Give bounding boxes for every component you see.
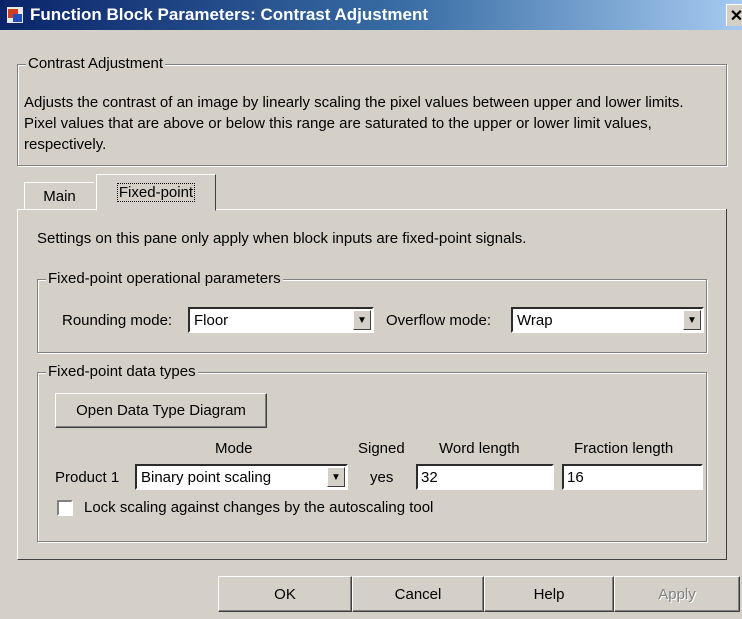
close-button[interactable]: ✕: [726, 4, 742, 26]
signed-header: Signed: [358, 440, 405, 457]
chevron-down-icon[interactable]: ▼: [353, 310, 371, 330]
fraction-length-field[interactable]: 16: [562, 464, 703, 490]
word-length-header: Word length: [439, 440, 520, 457]
window-title: Function Block Parameters: Contrast Adju…: [30, 5, 428, 24]
chevron-down-icon[interactable]: ▼: [327, 467, 345, 487]
close-icon: ✕: [729, 7, 742, 25]
simulink-block-icon: [7, 7, 23, 23]
rounding-mode-value: Floor: [194, 311, 229, 329]
overflow-mode-select[interactable]: Wrap ▼: [511, 307, 704, 333]
lock-scaling-label[interactable]: Lock scaling against changes by the auto…: [84, 499, 433, 516]
block-description-legend: Contrast Adjustment: [26, 55, 166, 72]
tab-main-label: Main: [43, 187, 76, 205]
data-types-legend: Fixed-point data types: [46, 363, 198, 380]
rounding-mode-label: Rounding mode:: [62, 312, 173, 329]
rounding-mode-select[interactable]: Floor ▼: [188, 307, 374, 333]
open-data-type-diagram-button[interactable]: Open Data Type Diagram: [55, 393, 267, 428]
lock-scaling-checkbox[interactable]: [57, 500, 73, 516]
ok-button[interactable]: OK: [218, 576, 352, 612]
fraction-length-header: Fraction length: [574, 440, 674, 457]
apply-button[interactable]: Apply: [614, 576, 740, 612]
open-data-type-diagram-label: Open Data Type Diagram: [76, 402, 246, 419]
product-mode-value: Binary point scaling: [141, 468, 272, 486]
product-mode-select[interactable]: Binary point scaling ▼: [135, 464, 348, 490]
cancel-label: Cancel: [394, 585, 442, 603]
product-label: Product 1: [55, 469, 120, 486]
overflow-mode-label: Overflow mode:: [386, 312, 492, 329]
cancel-button[interactable]: Cancel: [352, 576, 484, 612]
ok-label: OK: [274, 585, 296, 603]
apply-label: Apply: [658, 585, 696, 603]
tab-fixed-point-label: Fixed-point: [116, 183, 196, 202]
word-length-value: 32: [421, 468, 438, 486]
tab-main[interactable]: Main: [24, 182, 94, 209]
help-button[interactable]: Help: [484, 576, 614, 612]
overflow-mode-value: Wrap: [517, 311, 553, 329]
help-label: Help: [533, 585, 565, 603]
pane-note: Settings on this pane only apply when bl…: [37, 230, 527, 247]
fraction-length-value: 16: [567, 468, 584, 486]
operational-parameters-legend: Fixed-point operational parameters: [46, 270, 283, 287]
mode-header: Mode: [215, 440, 253, 457]
title-bar[interactable]: Function Block Parameters: Contrast Adju…: [0, 0, 742, 30]
block-description-text: Adjusts the contrast of an image by line…: [24, 94, 684, 153]
chevron-down-icon[interactable]: ▼: [683, 310, 701, 330]
word-length-field[interactable]: 32: [416, 464, 554, 490]
product-signed-value: yes: [370, 469, 394, 486]
tab-fixed-point[interactable]: Fixed-point: [96, 174, 216, 211]
